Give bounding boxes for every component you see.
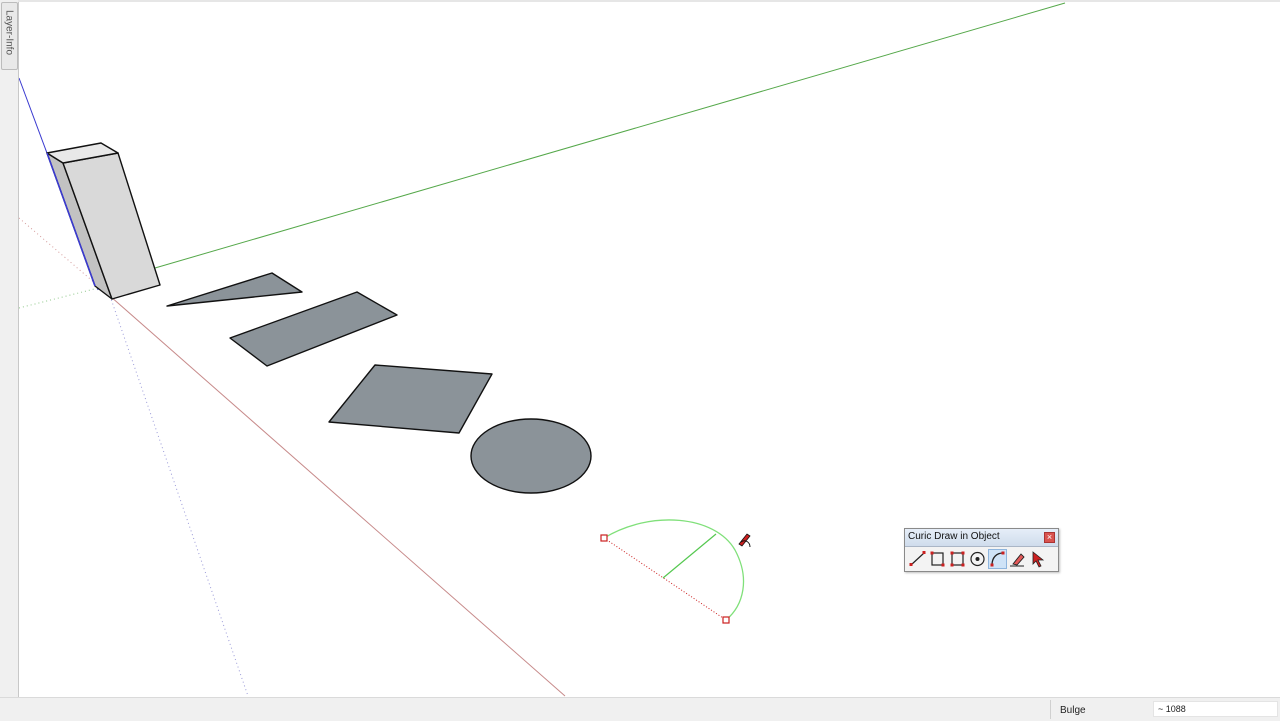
arc-tool-button[interactable]: [988, 549, 1007, 569]
arc-bulge-line: [662, 533, 717, 579]
rotated-rectangle-icon: [950, 551, 965, 567]
toolbar-icons: [908, 549, 1047, 571]
curic-draw-toolbar[interactable]: Curic Draw in Object ×: [904, 528, 1059, 572]
toolbar-title: Curic Draw in Object: [908, 531, 1000, 542]
arc-preview: [600, 519, 745, 624]
arc-curve: [603, 519, 745, 621]
eraser-tool-button[interactable]: [1008, 549, 1027, 569]
arc-end-point[interactable]: [722, 616, 730, 624]
measurement-label: Bulge: [1060, 705, 1086, 716]
line-tool-button[interactable]: [908, 549, 927, 569]
arc-cursor-icon: [738, 533, 751, 548]
rectangle-icon: [930, 551, 945, 567]
layer-info-tab[interactable]: Layer-Info: [1, 2, 18, 70]
rotated-rectangle-tool-button[interactable]: [948, 549, 967, 569]
select-tool-button[interactable]: [1028, 549, 1047, 569]
toolbar-close-button[interactable]: ×: [1044, 532, 1055, 543]
arc-icon: [990, 551, 1005, 567]
3d-viewport[interactable]: [19, 2, 1280, 697]
left-panel-strip: Layer-Info: [0, 0, 19, 697]
rectangle-tool-button[interactable]: [928, 549, 947, 569]
status-separator: [1050, 700, 1051, 719]
line-icon: [909, 551, 926, 566]
layer-info-tab-label: Layer-Info: [3, 9, 15, 56]
status-bar: Bulge ~ 1088: [0, 697, 1280, 721]
arc-chord: [603, 537, 727, 621]
circle-face[interactable]: [470, 418, 592, 494]
circle-tool-button[interactable]: [968, 549, 987, 569]
triangle-face[interactable]: [166, 272, 303, 307]
toolbar-title-bar[interactable]: Curic Draw in Object ×: [905, 529, 1058, 547]
rectangle-face[interactable]: [229, 291, 398, 367]
measurement-input[interactable]: ~ 1088: [1153, 701, 1278, 717]
circle-icon: [970, 551, 985, 567]
green-axis-dotted: [19, 284, 111, 309]
green-axis: [154, 2, 1066, 269]
arc-start-point[interactable]: [600, 534, 608, 542]
box-solid[interactable]: [46, 142, 161, 300]
square-face[interactable]: [328, 364, 493, 434]
red-axis: [109, 295, 566, 697]
eraser-icon: [1010, 553, 1025, 567]
select-arrow-icon: [1032, 551, 1045, 568]
